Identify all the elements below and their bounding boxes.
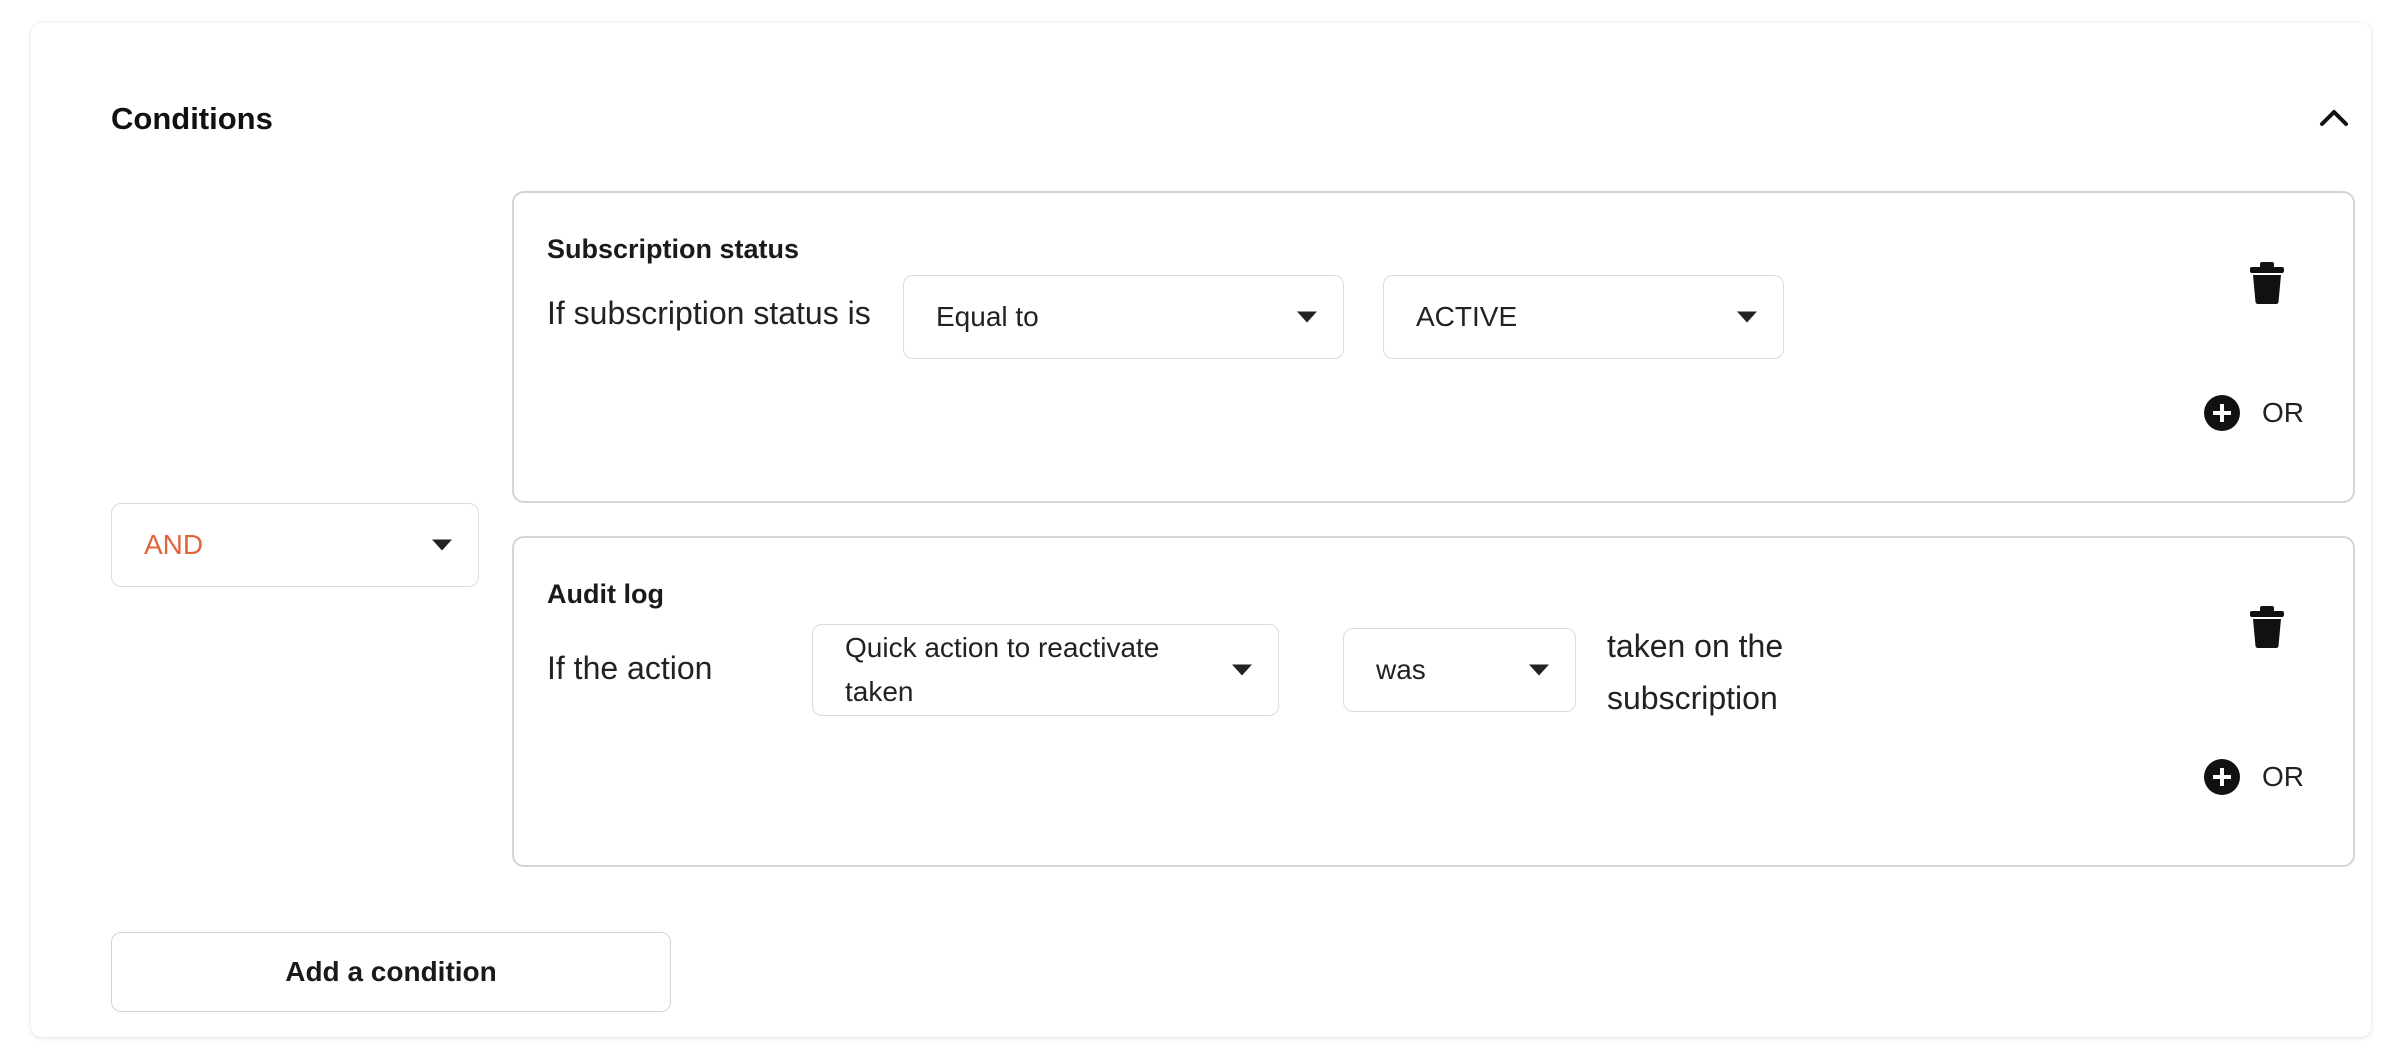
condition-title: Audit log (547, 579, 664, 609)
status-value: ACTIVE (1416, 301, 1518, 332)
trash-icon[interactable] (2249, 605, 2285, 649)
condition-subscription-status: Subscription status If subscription stat… (512, 191, 2355, 503)
plus-circle-icon (2204, 759, 2240, 795)
action-value-line2: taken (845, 676, 914, 707)
caret-down-icon (1737, 311, 1757, 323)
tense-select[interactable]: was (1343, 628, 1576, 712)
action-value-line1: Quick action to reactivate (845, 632, 1160, 663)
caret-down-icon (1232, 664, 1252, 676)
condition-suffix-line2: subscription (1607, 680, 1778, 716)
conditions-card: Conditions AND Subscription status If su… (31, 23, 2371, 1037)
condition-suffix-line1: taken on the (1607, 628, 1784, 664)
comparator-select[interactable]: Equal to (903, 275, 1344, 359)
caret-down-icon (1297, 311, 1317, 323)
condition-prefix: If subscription status is (547, 295, 871, 331)
add-or-button[interactable]: OR (2204, 393, 2304, 433)
add-or-button[interactable]: OR (2204, 757, 2304, 797)
or-label: OR (2262, 397, 2304, 428)
section-title: Conditions (111, 101, 273, 136)
caret-down-icon (1529, 664, 1549, 676)
tense-value: was (1376, 654, 1426, 685)
or-label: OR (2262, 761, 2304, 792)
status-value-select[interactable]: ACTIVE (1383, 275, 1784, 359)
chevron-up-icon (2320, 110, 2348, 126)
logic-operator-value: AND (144, 529, 204, 560)
caret-down-icon (432, 539, 452, 551)
condition-prefix: If the action (547, 650, 713, 686)
trash-icon[interactable] (2249, 261, 2285, 305)
condition-title: Subscription status (547, 234, 800, 264)
action-select[interactable]: Quick action to reactivate taken (812, 624, 1279, 716)
plus-circle-icon (2204, 395, 2240, 431)
logic-operator-select[interactable]: AND (111, 503, 479, 587)
comparator-value: Equal to (936, 301, 1039, 332)
condition-audit-log: Audit log If the action Quick action to … (512, 536, 2355, 867)
collapse-button[interactable] (2316, 99, 2352, 135)
add-condition-button[interactable]: Add a condition (111, 932, 671, 1012)
